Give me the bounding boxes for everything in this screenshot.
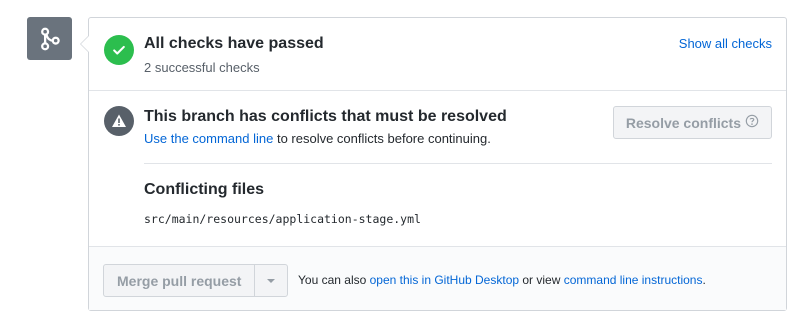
merge-pull-request-button[interactable]: Merge pull request — [104, 265, 256, 296]
checks-subtitle: 2 successful checks — [144, 60, 260, 75]
footer-text-part-1: You can also — [298, 273, 370, 287]
merge-footer: Merge pull request You can also open thi… — [89, 246, 786, 310]
checks-title: All checks have passed — [144, 35, 324, 52]
conflicts-title: This branch has conflicts that must be r… — [144, 108, 507, 125]
footer-text-part-3: . — [702, 273, 706, 287]
show-all-checks-link[interactable]: Show all checks — [679, 36, 772, 51]
conflicts-description: Use the command line to resolve conflict… — [144, 131, 491, 146]
resolve-conflicts-button[interactable]: Resolve conflicts — [612, 106, 772, 139]
merge-method-dropdown[interactable] — [255, 265, 287, 296]
command-line-link[interactable]: Use the command line — [144, 131, 273, 146]
command-line-instructions-link[interactable]: command line instructions — [564, 273, 703, 287]
conflicting-file-path: src/main/resources/application-stage.yml — [144, 212, 421, 226]
merge-button-group: Merge pull request — [103, 264, 289, 297]
section-divider — [144, 163, 772, 164]
merge-status-box: All checks have passed 2 successful chec… — [80, 17, 787, 311]
triangle-down-icon — [267, 278, 276, 283]
alert-icon — [104, 106, 134, 136]
open-github-desktop-link[interactable]: open this in GitHub Desktop — [370, 273, 519, 287]
merge-alternatives-text: You can also open this in GitHub Desktop… — [298, 273, 706, 287]
footer-text-part-2: or view — [519, 273, 564, 287]
conflicts-description-text: to resolve conflicts before continuing. — [273, 131, 491, 146]
git-merge-icon — [27, 17, 72, 60]
resolve-conflicts-label: Resolve conflicts — [625, 114, 741, 131]
checks-section: All checks have passed 2 successful chec… — [89, 18, 786, 91]
question-circle-icon[interactable] — [745, 114, 759, 131]
conflicting-files-title: Conflicting files — [144, 181, 264, 198]
check-icon — [104, 35, 134, 65]
